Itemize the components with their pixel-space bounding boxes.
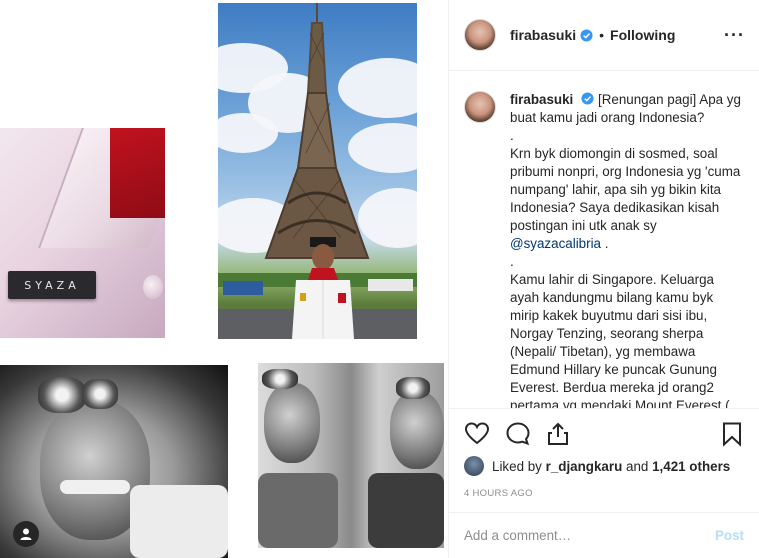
- caption-avatar[interactable]: [464, 91, 496, 123]
- likes-connector: and: [626, 458, 649, 474]
- author-username[interactable]: firabasuki: [510, 27, 576, 43]
- liker-username[interactable]: r_djangkaru: [546, 459, 623, 474]
- post-comment-button[interactable]: Post: [715, 528, 744, 543]
- like-heart-icon[interactable]: [464, 421, 490, 447]
- action-bar: [464, 421, 745, 447]
- caption-paragraph: .: [601, 236, 609, 251]
- nametag: SYAZA: [8, 271, 96, 299]
- person-icon: [20, 528, 32, 540]
- author-avatar[interactable]: [464, 19, 496, 51]
- share-upload-icon[interactable]: [545, 421, 571, 447]
- more-options-icon[interactable]: ···: [724, 25, 745, 46]
- mention-link[interactable]: @syazacalibria: [510, 236, 601, 251]
- liker-avatar[interactable]: [464, 456, 484, 476]
- caption-paragraph: .: [510, 128, 514, 143]
- caption-paragraph: Krn byk diomongin di sosmed, soal pribum…: [510, 146, 741, 233]
- verified-badge-icon: [580, 28, 593, 42]
- comment-form: Post: [449, 512, 759, 558]
- caption-username[interactable]: firabasuki: [510, 92, 573, 107]
- uniform-nametag-photo: SYAZA: [0, 128, 165, 338]
- caption-section: firabasuki [Renungan pagi] Apa yg buat k…: [449, 71, 759, 409]
- person-in-uniform: [292, 237, 354, 339]
- hillary-tenzing-photo: [258, 363, 444, 548]
- bookmark-icon[interactable]: [719, 421, 745, 447]
- comment-input[interactable]: [464, 528, 715, 543]
- likes-summary: Liked by r_djangkaru and 1,421 others: [464, 456, 730, 476]
- post-sidebar: firabasuki • Following ··· firabasuki [R…: [448, 0, 759, 558]
- post-timestamp[interactable]: 4 HOURS AGO: [464, 488, 533, 499]
- tagged-people-button[interactable]: [13, 521, 39, 547]
- post-media[interactable]: SYAZA: [0, 0, 448, 558]
- likes-prefix: Liked by: [492, 458, 542, 474]
- caption-paragraph: Kamu lahir di Singapore. Keluarga ayah k…: [510, 272, 730, 409]
- comment-bubble-icon[interactable]: [505, 421, 531, 447]
- post-header: firabasuki • Following ···: [449, 0, 759, 71]
- following-button[interactable]: Following: [610, 27, 675, 43]
- eiffel-tower-photo: [218, 3, 417, 339]
- caption-paragraph: .: [510, 254, 514, 269]
- separator-dot: •: [599, 27, 605, 43]
- likes-others-link[interactable]: 1,421 others: [652, 459, 730, 474]
- verified-badge-icon: [581, 92, 594, 105]
- caption-text: firabasuki [Renungan pagi] Apa yg buat k…: [510, 91, 745, 409]
